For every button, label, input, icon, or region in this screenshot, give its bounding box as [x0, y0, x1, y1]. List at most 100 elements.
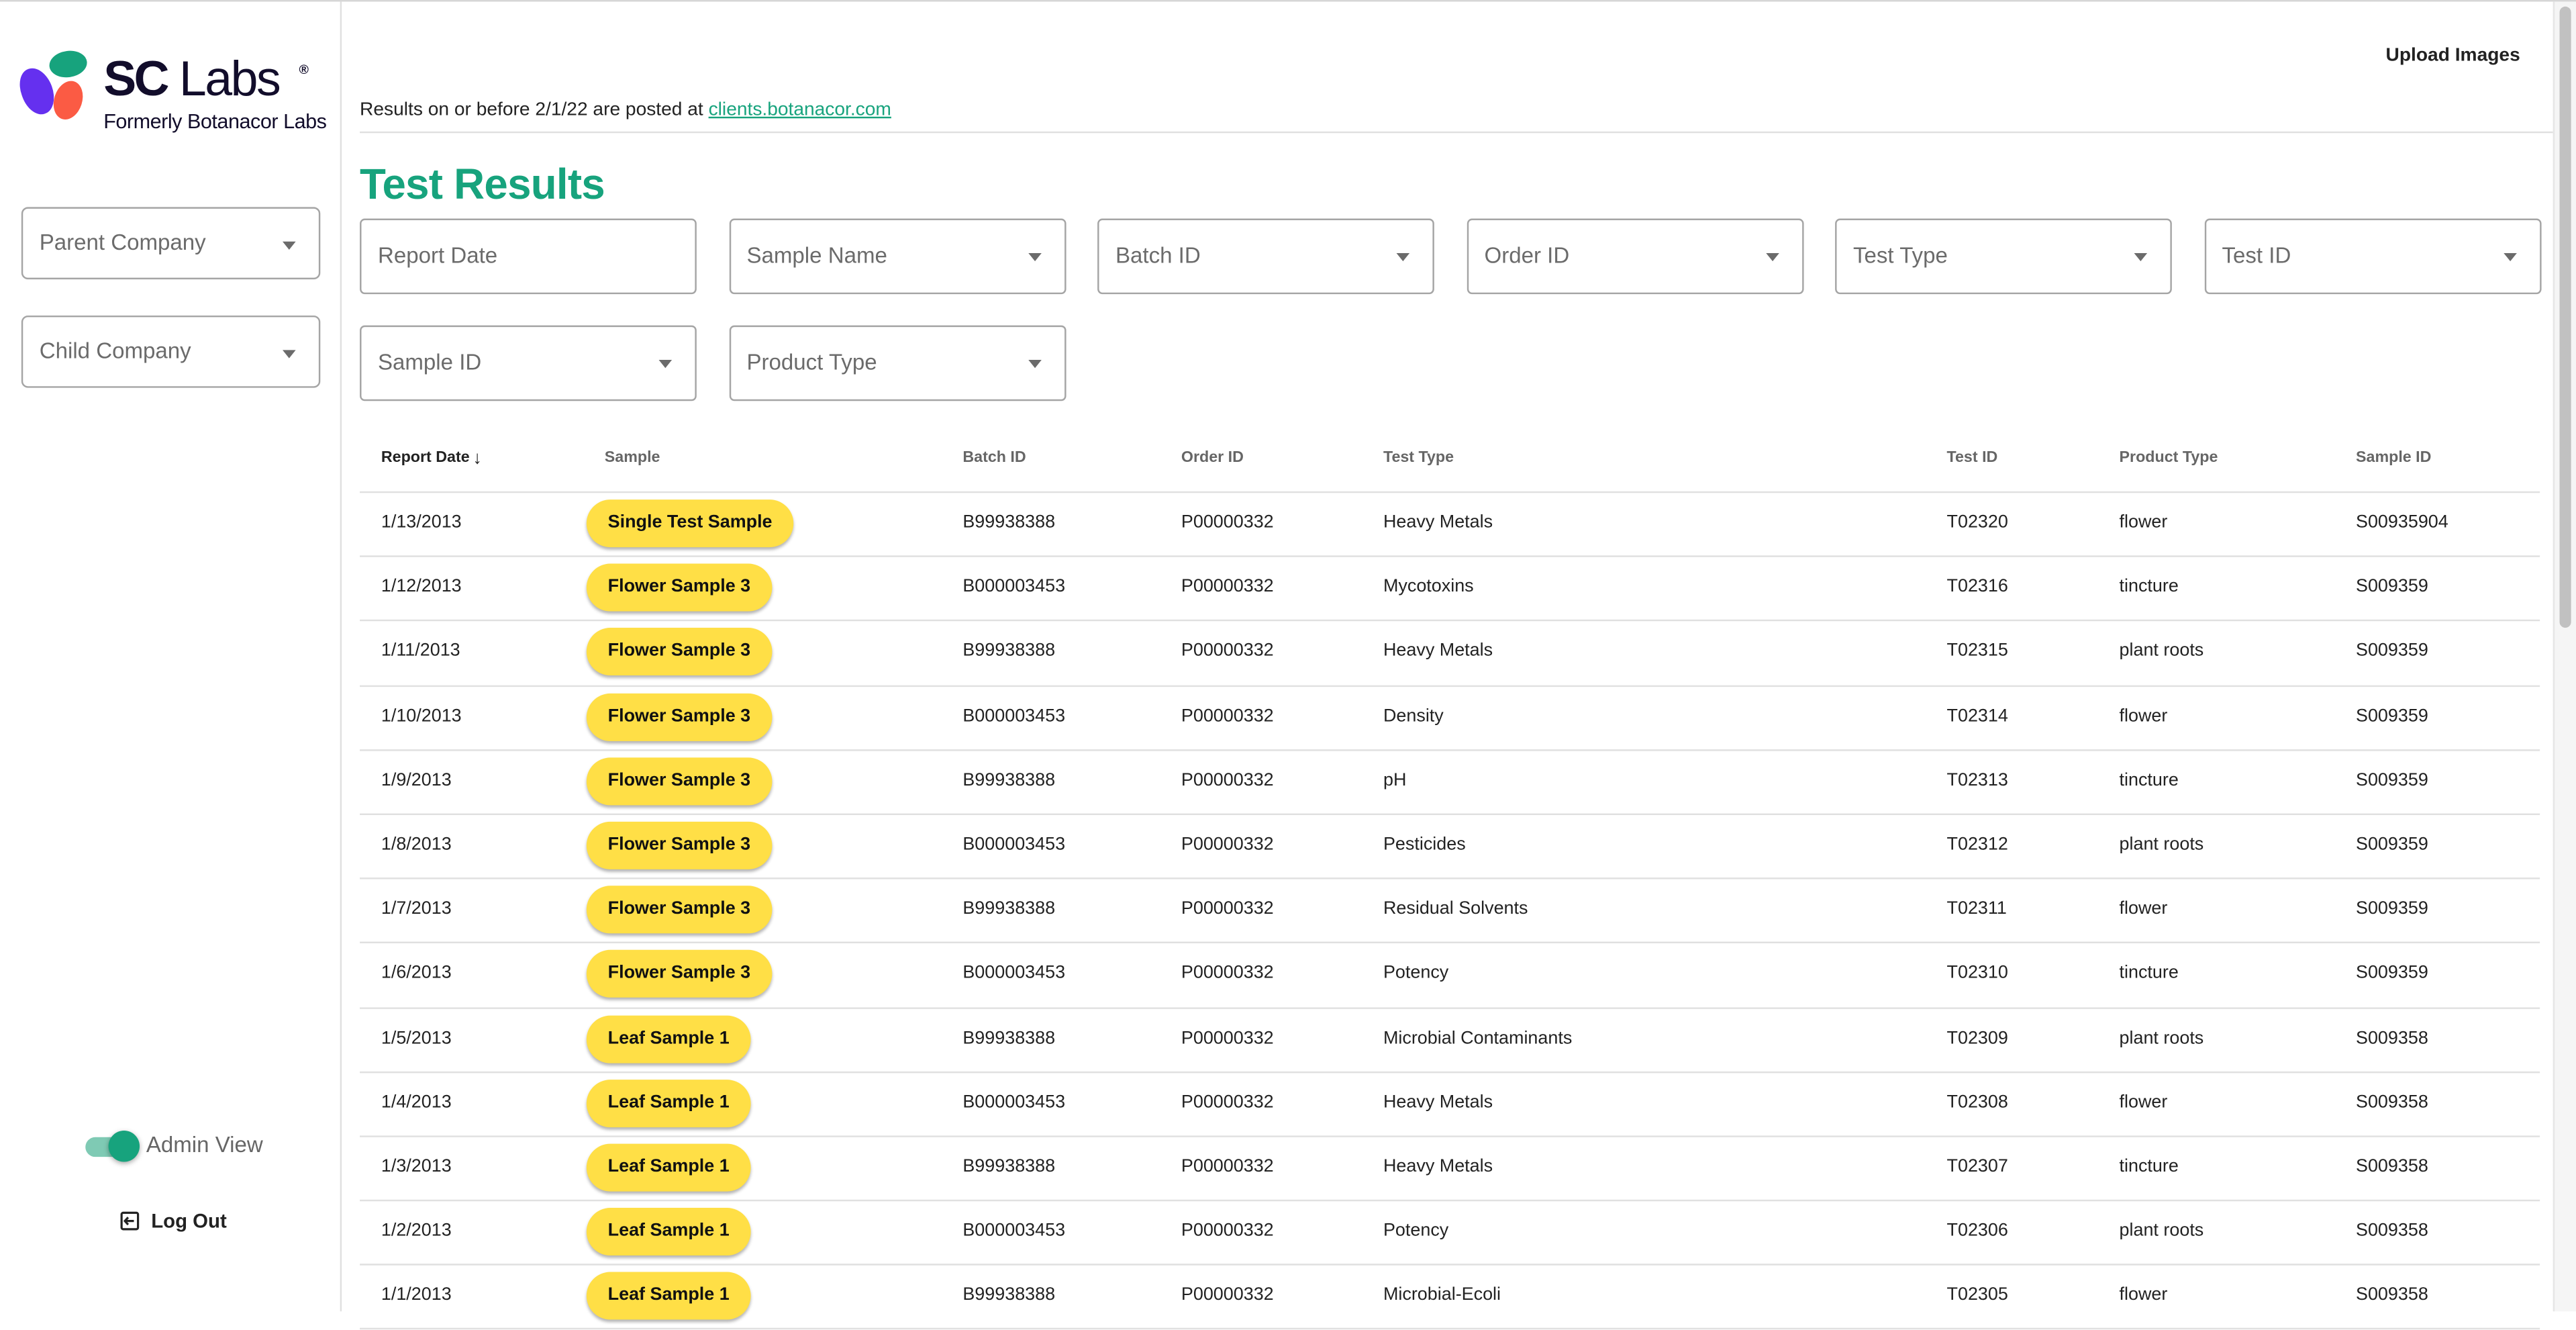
test-type-filter[interactable]: Test Type	[1835, 218, 2172, 295]
table-row[interactable]: 1/12/2013 Flower Sample 3 B000003453 P00000…	[360, 557, 2540, 622]
table-row[interactable]: 1/3/2013 Leaf Sample 1 B99938388 P00000332 H…	[360, 1137, 2540, 1202]
column-header-product-type[interactable]: Product Type	[2120, 448, 2218, 467]
cell-sample-id: S009359	[2356, 963, 2428, 984]
table-row[interactable]: 1/7/2013 Flower Sample 3 B99938388 P0000033…	[360, 880, 2540, 944]
cell-sample-id: S009358	[2356, 1028, 2428, 1048]
sample-chip[interactable]: Flower Sample 3	[586, 757, 772, 805]
sample-chip[interactable]: Flower Sample 3	[586, 628, 772, 676]
caret-down-icon	[2503, 252, 2516, 262]
cell-product-type: plant roots	[2119, 1221, 2204, 1241]
table-row[interactable]: 1/5/2013 Leaf Sample 1 B99938388 P00000332 M…	[360, 1008, 2540, 1073]
cell-report-date: 1/3/2013	[381, 1156, 452, 1177]
table-row[interactable]: 1/2/2013 Leaf Sample 1 B000003453 P00000332…	[360, 1201, 2540, 1266]
column-header-test-type[interactable]: Test Type	[1383, 448, 1454, 467]
table-row[interactable]: 1/6/2013 Flower Sample 3 B000003453 P000003…	[360, 944, 2540, 1008]
caret-down-icon	[283, 241, 296, 250]
sc-labs-logo[interactable]: SC Labs ® Formerly Botanacor Labs	[14, 48, 334, 141]
cell-batch-id: B99938388	[962, 512, 1056, 533]
table-row[interactable]: 1/4/2013 Leaf Sample 1 B000003453 P00000332…	[360, 1073, 2540, 1137]
filter-label: Test Type	[1853, 243, 1948, 268]
cell-order-id: P00000332	[1181, 512, 1274, 533]
batch-id-filter[interactable]: Batch ID	[1097, 218, 1434, 295]
cell-product-type: tincture	[2119, 577, 2179, 597]
cell-product-type: plant roots	[2119, 835, 2204, 855]
cell-sample-id: S009358	[2356, 1221, 2428, 1241]
cell-report-date: 1/4/2013	[381, 1092, 452, 1112]
cell-test-type: Heavy Metals	[1383, 1092, 1493, 1112]
cell-order-id: P00000332	[1181, 899, 1274, 919]
table-row[interactable]: 1/13/2013 Single Test Sample B99938388 P000…	[360, 493, 2540, 558]
cell-test-id: T02311	[1946, 899, 2007, 919]
sample-chip[interactable]: Leaf Sample 1	[586, 1272, 751, 1321]
cell-batch-id: B000003453	[962, 1221, 1066, 1241]
filter-label: Sample Name	[746, 243, 887, 268]
child-company-label: Child Company	[39, 338, 191, 363]
cell-sample-id: S009358	[2356, 1285, 2428, 1306]
notice-text: Results on or before 2/1/22 are posted a…	[360, 100, 703, 120]
column-header-sample[interactable]: Sample	[605, 448, 660, 467]
column-header-test-id[interactable]: Test ID	[1947, 448, 1998, 467]
logout-icon	[120, 1211, 140, 1231]
sample-name-filter[interactable]: Sample Name	[728, 218, 1066, 295]
table-header: Report Date ↓ Sample Batch ID Order ID Te…	[360, 427, 2540, 493]
cell-report-date: 1/11/2013	[381, 641, 460, 661]
order-id-filter[interactable]: Order ID	[1466, 218, 1803, 295]
cell-report-date: 1/2/2013	[381, 1221, 452, 1241]
cell-order-id: P00000332	[1181, 577, 1274, 597]
cell-report-date: 1/6/2013	[381, 963, 452, 984]
cell-test-id: T02310	[1946, 963, 2008, 984]
parent-company-select[interactable]: Parent Company	[21, 207, 321, 280]
product-type-filter[interactable]: Product Type	[728, 325, 1066, 401]
sample-chip[interactable]: Leaf Sample 1	[586, 1143, 751, 1192]
cell-order-id: P00000332	[1181, 963, 1274, 984]
cell-batch-id: B99938388	[962, 899, 1056, 919]
registered-mark: ®	[299, 62, 309, 78]
botanacor-link[interactable]: clients.botanacor.com	[709, 100, 891, 120]
upload-images-button[interactable]: Upload Images	[2386, 46, 2520, 66]
vertical-scrollbar[interactable]	[2553, 1, 2576, 1311]
logo-red-blob-icon	[48, 77, 88, 124]
report-date-filter[interactable]: Report Date	[360, 218, 697, 295]
cell-test-type: Heavy Metals	[1383, 641, 1493, 661]
sample-chip[interactable]: Flower Sample 3	[586, 821, 772, 869]
toggle-thumb[interactable]	[108, 1131, 140, 1162]
test-id-filter[interactable]: Test ID	[2203, 218, 2541, 295]
table-row[interactable]: 1/11/2013 Flower Sample 3 B99938388 P000003…	[360, 622, 2540, 687]
column-header-report-date[interactable]: Report Date ↓	[381, 448, 482, 468]
sample-chip[interactable]: Flower Sample 3	[586, 950, 772, 998]
sample-chip[interactable]: Leaf Sample 1	[586, 1079, 751, 1127]
sample-chip[interactable]: Flower Sample 3	[586, 564, 772, 612]
cell-test-type: Heavy Metals	[1383, 512, 1493, 533]
table-row[interactable]: 1/1/2013 Leaf Sample 1 B99938388 P00000332 M…	[360, 1266, 2540, 1330]
cell-sample-id: S009359	[2356, 706, 2428, 726]
table-row[interactable]: 1/9/2013 Flower Sample 3 B99938388 P0000033…	[360, 751, 2540, 815]
filter-label: Order ID	[1484, 243, 1570, 268]
cell-batch-id: B000003453	[962, 1092, 1066, 1112]
cell-report-date: 1/1/2013	[381, 1285, 452, 1306]
table-row[interactable]: 1/10/2013 Flower Sample 3 B000003453 P00000…	[360, 686, 2540, 751]
cell-product-type: flower	[2119, 899, 2168, 919]
column-header-sample-id[interactable]: Sample ID	[2356, 448, 2431, 467]
cell-sample-id: S009359	[2356, 899, 2428, 919]
column-header-batch-id[interactable]: Batch ID	[962, 448, 1026, 467]
sample-chip[interactable]: Flower Sample 3	[586, 692, 772, 741]
sample-chip[interactable]: Single Test Sample	[586, 500, 794, 548]
cell-test-id: T02306	[1946, 1221, 2008, 1241]
sample-chip[interactable]: Leaf Sample 1	[586, 1208, 751, 1256]
admin-view-label: Admin View	[146, 1132, 263, 1157]
filter-label: Sample ID	[377, 350, 482, 375]
results-table: Report Date ↓ Sample Batch ID Order ID Te…	[360, 427, 2540, 1330]
parent-company-label: Parent Company	[39, 230, 206, 255]
sample-id-filter[interactable]: Sample ID	[360, 325, 697, 401]
cell-test-id: T02320	[1946, 512, 2008, 533]
filter-label: Test ID	[2222, 243, 2291, 268]
sample-chip[interactable]: Leaf Sample 1	[586, 1014, 751, 1063]
admin-view-toggle[interactable]: Admin View	[85, 1131, 283, 1163]
column-header-order-id[interactable]: Order ID	[1181, 448, 1244, 467]
logout-button[interactable]: Log Out	[120, 1210, 252, 1236]
cell-test-type: Heavy Metals	[1383, 1156, 1493, 1177]
table-row[interactable]: 1/8/2013 Flower Sample 3 B000003453 P000003…	[360, 815, 2540, 880]
sample-chip[interactable]: Flower Sample 3	[586, 886, 772, 934]
scrollbar-thumb[interactable]	[2559, 6, 2571, 628]
child-company-select[interactable]: Child Company	[21, 315, 321, 388]
